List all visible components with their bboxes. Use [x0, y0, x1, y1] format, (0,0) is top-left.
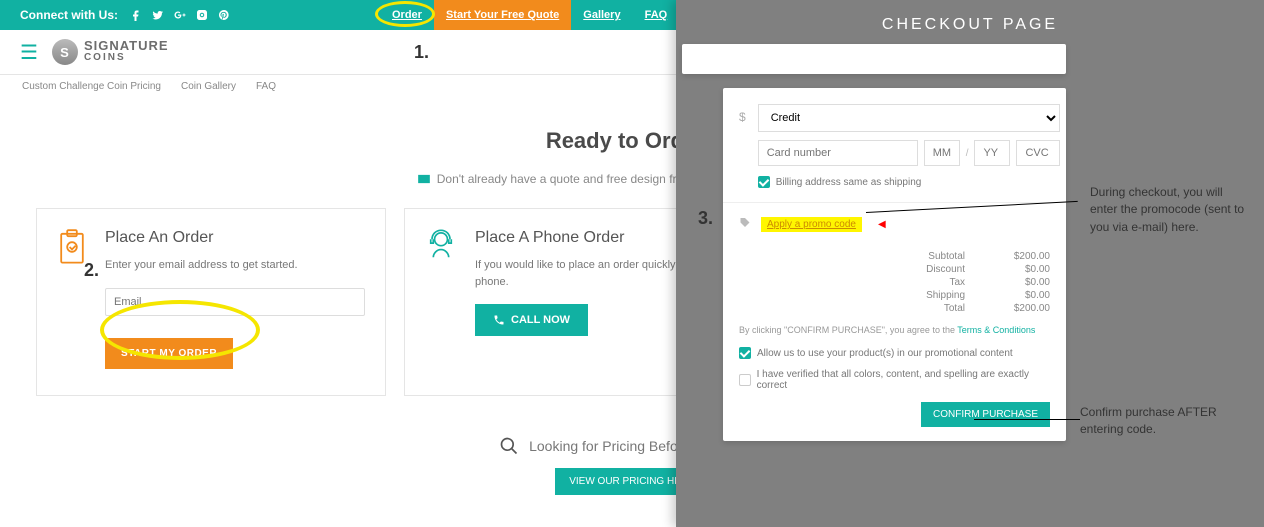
discount-label: Discount [885, 264, 965, 275]
social-icons [130, 9, 230, 21]
email-input[interactable] [105, 288, 365, 316]
search-icon [499, 436, 519, 456]
facebook-icon[interactable] [130, 9, 142, 21]
hamburger-icon[interactable]: ☰ [20, 40, 38, 65]
call-now-button[interactable]: CALL NOW [475, 304, 588, 336]
googleplus-icon[interactable] [174, 9, 186, 21]
id-card-icon [417, 172, 431, 186]
connect-label: Connect with Us: [20, 8, 118, 22]
logo-text-top: SIGNATURE [84, 38, 169, 53]
subline-text: Don't already have a quote and free desi… [437, 172, 716, 186]
separator [723, 202, 1066, 203]
shipping-label: Shipping [885, 290, 965, 301]
terms-link[interactable]: Terms & Conditions [957, 325, 1035, 335]
allow-promo-label: Allow us to use your product(s) in our p… [757, 348, 1013, 359]
step-number-2: 2. [84, 260, 99, 281]
nav-faq[interactable]: FAQ [633, 0, 680, 30]
total-value: $200.00 [995, 303, 1050, 314]
support-icon [425, 229, 457, 369]
dollar-icon: $ [739, 104, 746, 124]
nav-start-quote[interactable]: Start Your Free Quote [434, 0, 571, 30]
allow-promo-checkbox[interactable]: Allow us to use your product(s) in our p… [739, 347, 1050, 359]
pinterest-icon[interactable] [218, 9, 230, 21]
checkbox-on-icon [739, 347, 751, 359]
place-order-card: Place An Order Enter your email address … [36, 208, 386, 396]
apply-promo-link[interactable]: Apply a promo code [761, 217, 862, 232]
phone-icon [493, 314, 505, 326]
card-order-title: Place An Order [105, 229, 365, 247]
checkout-top-card [682, 44, 1066, 74]
checkbox-off-icon [739, 374, 751, 386]
checkout-overlay: CHECKOUT PAGE 3. $ Credit / Billi [676, 0, 1264, 527]
annotation-promo: During checkout, you will enter the prom… [1090, 184, 1250, 236]
logo-coin-icon: S [52, 39, 78, 65]
card-number-input[interactable] [758, 140, 918, 166]
confirm-purchase-button[interactable]: CONFIRM PURCHASE [921, 402, 1050, 427]
clipboard-icon [57, 229, 87, 369]
step-number-1: 1. [414, 42, 429, 63]
red-arrow-icon: ◀ [878, 219, 886, 230]
subtotal-label: Subtotal [885, 251, 965, 262]
tag-icon [739, 217, 751, 232]
checkout-main-card: $ Credit / Billing address same as shipp… [723, 88, 1066, 441]
nav-order[interactable]: Order [380, 0, 434, 30]
tax-value: $0.00 [995, 277, 1050, 288]
subtotal-value: $200.00 [995, 251, 1050, 262]
call-now-label: CALL NOW [511, 314, 570, 326]
overlay-title: CHECKOUT PAGE [676, 0, 1264, 46]
total-label: Total [885, 303, 965, 314]
checkbox-on-icon [758, 176, 770, 188]
verified-label: I have verified that all colors, content… [757, 369, 1050, 391]
logo[interactable]: S SIGNATURECOINS [52, 39, 169, 65]
tax-label: Tax [885, 277, 965, 288]
annotation-line-2 [974, 419, 1080, 420]
promo-row: Apply a promo code ◀ [739, 217, 1050, 232]
instagram-icon[interactable] [196, 9, 208, 21]
verified-checkbox[interactable]: I have verified that all colors, content… [739, 369, 1050, 391]
connect-group: Connect with Us: [20, 8, 230, 22]
annotation-confirm: Confirm purchase AFTER entering code. [1080, 404, 1250, 439]
bc-gallery[interactable]: Coin Gallery [181, 81, 236, 92]
step-number-3: 3. [698, 208, 713, 229]
billing-same-label: Billing address same as shipping [776, 177, 922, 188]
date-slash: / [966, 148, 969, 159]
shipping-value: $0.00 [995, 290, 1050, 301]
card-cvc-input[interactable] [1016, 140, 1060, 166]
bc-faq[interactable]: FAQ [256, 81, 276, 92]
payment-method-select[interactable]: Credit [758, 104, 1061, 132]
agree-text: By clicking "CONFIRM PURCHASE", you agre… [739, 325, 1050, 335]
logo-text-bottom: COINS [84, 52, 169, 64]
bc-pricing[interactable]: Custom Challenge Coin Pricing [22, 81, 161, 92]
order-totals: Subtotal $200.00 Discount $0.00 Tax $0.00 S… [739, 250, 1050, 315]
start-my-order-button[interactable]: START MY ORDER [105, 338, 233, 369]
twitter-icon[interactable] [152, 9, 164, 21]
card-order-text: Enter your email address to get started. [105, 257, 365, 274]
nav-gallery[interactable]: Gallery [571, 0, 632, 30]
billing-same-checkbox[interactable]: Billing address same as shipping [758, 176, 1061, 188]
card-mm-input[interactable] [924, 140, 960, 166]
card-yy-input[interactable] [974, 140, 1010, 166]
discount-value: $0.00 [995, 264, 1050, 275]
